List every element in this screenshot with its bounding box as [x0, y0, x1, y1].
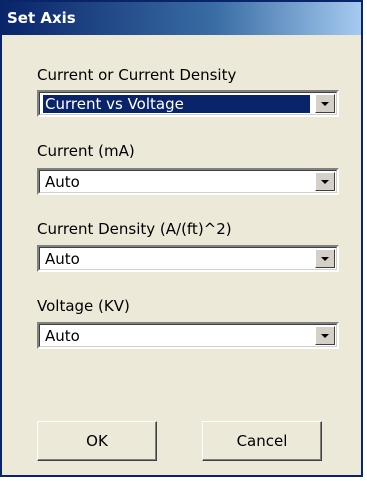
- chevron-down-icon: [321, 180, 329, 184]
- mode-dropdown[interactable]: Current vs Voltage: [37, 90, 339, 117]
- current-density-dropdown-value: Auto: [45, 250, 80, 268]
- dialog-title: Set Axis: [7, 9, 76, 27]
- chevron-down-icon: [321, 257, 329, 261]
- current-dropdown[interactable]: Auto: [37, 168, 339, 195]
- mode-dropdown-frame: Current vs Voltage: [39, 92, 337, 115]
- title-bar[interactable]: Set Axis: [2, 2, 361, 35]
- cancel-button[interactable]: Cancel: [202, 421, 322, 461]
- voltage-dropdown-value: Auto: [45, 327, 80, 345]
- voltage-label: Voltage (KV): [37, 297, 130, 315]
- current-label: Current (mA): [37, 142, 135, 160]
- ok-button[interactable]: OK: [37, 421, 157, 461]
- current-density-dropdown[interactable]: Auto: [37, 245, 339, 272]
- mode-label: Current or Current Density: [37, 66, 237, 84]
- current-dropdown-value: Auto: [45, 173, 80, 191]
- mode-dropdown-value: Current vs Voltage: [42, 94, 311, 114]
- current-density-label: Current Density (A/(ft)^2): [37, 220, 232, 238]
- voltage-dropdown-button[interactable]: [315, 326, 335, 345]
- voltage-dropdown[interactable]: Auto: [37, 322, 339, 349]
- current-density-dropdown-frame: Auto: [39, 247, 337, 270]
- current-density-dropdown-button[interactable]: [315, 249, 335, 268]
- voltage-dropdown-frame: Auto: [39, 324, 337, 347]
- mode-dropdown-button[interactable]: [315, 94, 335, 113]
- chevron-down-icon: [321, 102, 329, 106]
- current-dropdown-frame: Auto: [39, 170, 337, 193]
- current-dropdown-button[interactable]: [315, 172, 335, 191]
- chevron-down-icon: [321, 334, 329, 338]
- set-axis-dialog: Set Axis Current or Current Density Curr…: [0, 0, 363, 477]
